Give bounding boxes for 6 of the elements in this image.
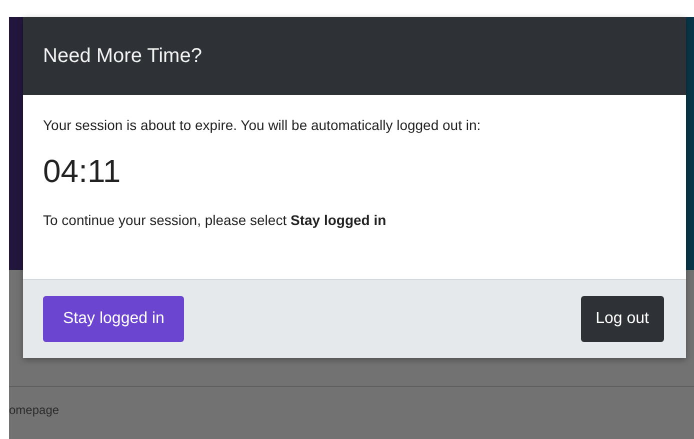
log-out-button[interactable]: Log out [580, 296, 664, 342]
dialog-message: Your session is about to expire. You will be automatically logged out in: [43, 117, 482, 133]
stay-logged-in-button[interactable]: Stay logged in [43, 296, 184, 342]
countdown-timer: 04:11 [43, 153, 122, 190]
dialog-title: Need More Time? [43, 44, 202, 68]
dialog-instruction: To continue your session, please select Stay logged in [43, 212, 388, 228]
